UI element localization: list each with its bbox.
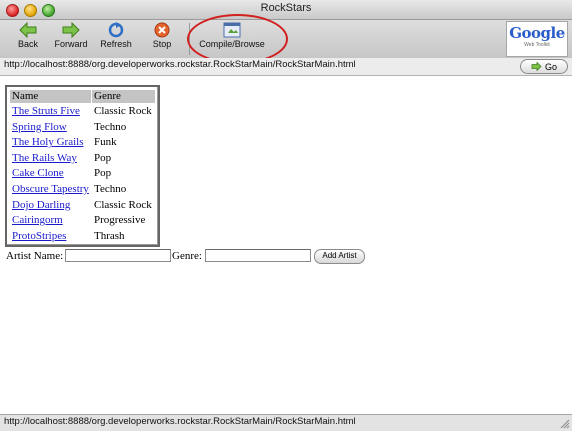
url-field[interactable]: http://localhost:8888/org.developerworks… bbox=[4, 59, 356, 70]
artist-link[interactable]: Obscure Tapestry bbox=[12, 182, 89, 197]
table-row: Obscure Tapestry Techno bbox=[10, 182, 155, 198]
browser-window: RockStars Back Forward Refresh Stop Comp… bbox=[0, 0, 572, 431]
stop-icon bbox=[154, 22, 170, 38]
stop-button[interactable]: Stop bbox=[148, 20, 176, 58]
go-label: Go bbox=[544, 61, 557, 72]
compile-browse-icon bbox=[223, 22, 241, 38]
table-row: The Struts Five Classic Rock bbox=[10, 104, 155, 120]
table-row: ProtoStripes Thrash bbox=[10, 229, 155, 245]
genre-cell: Progressive bbox=[94, 214, 146, 227]
status-bar: http://localhost:8888/org.developerworks… bbox=[0, 414, 572, 431]
artist-name-label: Artist Name: bbox=[6, 250, 64, 262]
table-row: Cairingorm Progressive bbox=[10, 213, 155, 229]
resize-grip-icon[interactable] bbox=[560, 419, 570, 429]
page-content: Name Genre The Struts Five Classic Rock … bbox=[0, 76, 572, 414]
artist-link[interactable]: Spring Flow bbox=[12, 120, 67, 135]
forward-label: Forward bbox=[54, 39, 88, 49]
artist-link[interactable]: The Rails Way bbox=[12, 151, 77, 166]
web-toolkit-text: Web Toolkit bbox=[524, 42, 550, 48]
header-genre: Genre bbox=[92, 90, 155, 103]
grid-header: Name Genre bbox=[10, 90, 155, 103]
back-label: Back bbox=[17, 39, 38, 49]
genre-cell: Pop bbox=[94, 167, 112, 180]
refresh-label: Refresh bbox=[100, 39, 132, 49]
stop-label: Stop bbox=[152, 39, 172, 49]
artist-link[interactable]: Cake Clone bbox=[12, 166, 64, 181]
back-arrow-icon bbox=[19, 22, 37, 38]
back-button[interactable]: Back bbox=[14, 20, 42, 58]
add-artist-button[interactable]: Add Artist bbox=[314, 249, 365, 264]
toolbar: Back Forward Refresh Stop Compile/Browse… bbox=[0, 20, 572, 59]
toolbar-separator bbox=[189, 23, 190, 55]
refresh-button[interactable]: Refresh bbox=[96, 20, 136, 58]
compile-browse-button[interactable]: Compile/Browse bbox=[194, 20, 270, 58]
forward-button[interactable]: Forward bbox=[52, 20, 90, 58]
genre-label: Genre: bbox=[172, 250, 202, 262]
genre-cell: Classic Rock bbox=[94, 105, 152, 117]
address-bar: http://localhost:8888/org.developerworks… bbox=[0, 58, 572, 76]
artist-grid: Name Genre The Struts Five Classic Rock … bbox=[5, 85, 160, 247]
table-row: The Holy Grails Funk bbox=[10, 135, 155, 151]
table-row: Dojo Darling Classic Rock bbox=[10, 198, 155, 214]
artist-link[interactable]: The Holy Grails bbox=[12, 135, 83, 150]
refresh-icon bbox=[108, 22, 124, 38]
forward-arrow-icon bbox=[62, 22, 80, 38]
artist-link[interactable]: Cairingorm bbox=[12, 213, 63, 228]
table-row: The Rails Way Pop bbox=[10, 151, 155, 167]
go-arrow-icon bbox=[531, 62, 542, 71]
title-bar: RockStars bbox=[0, 0, 572, 20]
genre-cell: Funk bbox=[94, 136, 117, 149]
go-button[interactable]: Go bbox=[520, 59, 568, 74]
status-text: http://localhost:8888/org.developerworks… bbox=[4, 416, 356, 427]
compile-browse-label: Compile/Browse bbox=[199, 39, 265, 49]
artist-name-input[interactable] bbox=[65, 249, 171, 262]
gwt-logo: Google Web Toolkit bbox=[506, 21, 568, 57]
header-name: Name bbox=[10, 90, 91, 103]
genre-cell: Thrash bbox=[94, 229, 125, 242]
genre-cell: Classic Rock bbox=[94, 198, 152, 211]
genre-cell: Techno bbox=[94, 183, 127, 195]
genre-cell: Pop bbox=[94, 151, 112, 164]
genre-cell: Techno bbox=[94, 120, 127, 133]
artist-link[interactable]: Dojo Darling bbox=[12, 198, 70, 213]
table-row: Spring Flow Techno bbox=[10, 120, 155, 136]
google-logo-text: Google bbox=[509, 24, 565, 42]
artist-link[interactable]: ProtoStripes bbox=[12, 229, 66, 244]
table-row: Cake Clone Pop bbox=[10, 166, 155, 182]
genre-input[interactable] bbox=[205, 249, 311, 262]
window-title: RockStars bbox=[260, 2, 312, 14]
artist-link[interactable]: The Struts Five bbox=[12, 104, 80, 119]
